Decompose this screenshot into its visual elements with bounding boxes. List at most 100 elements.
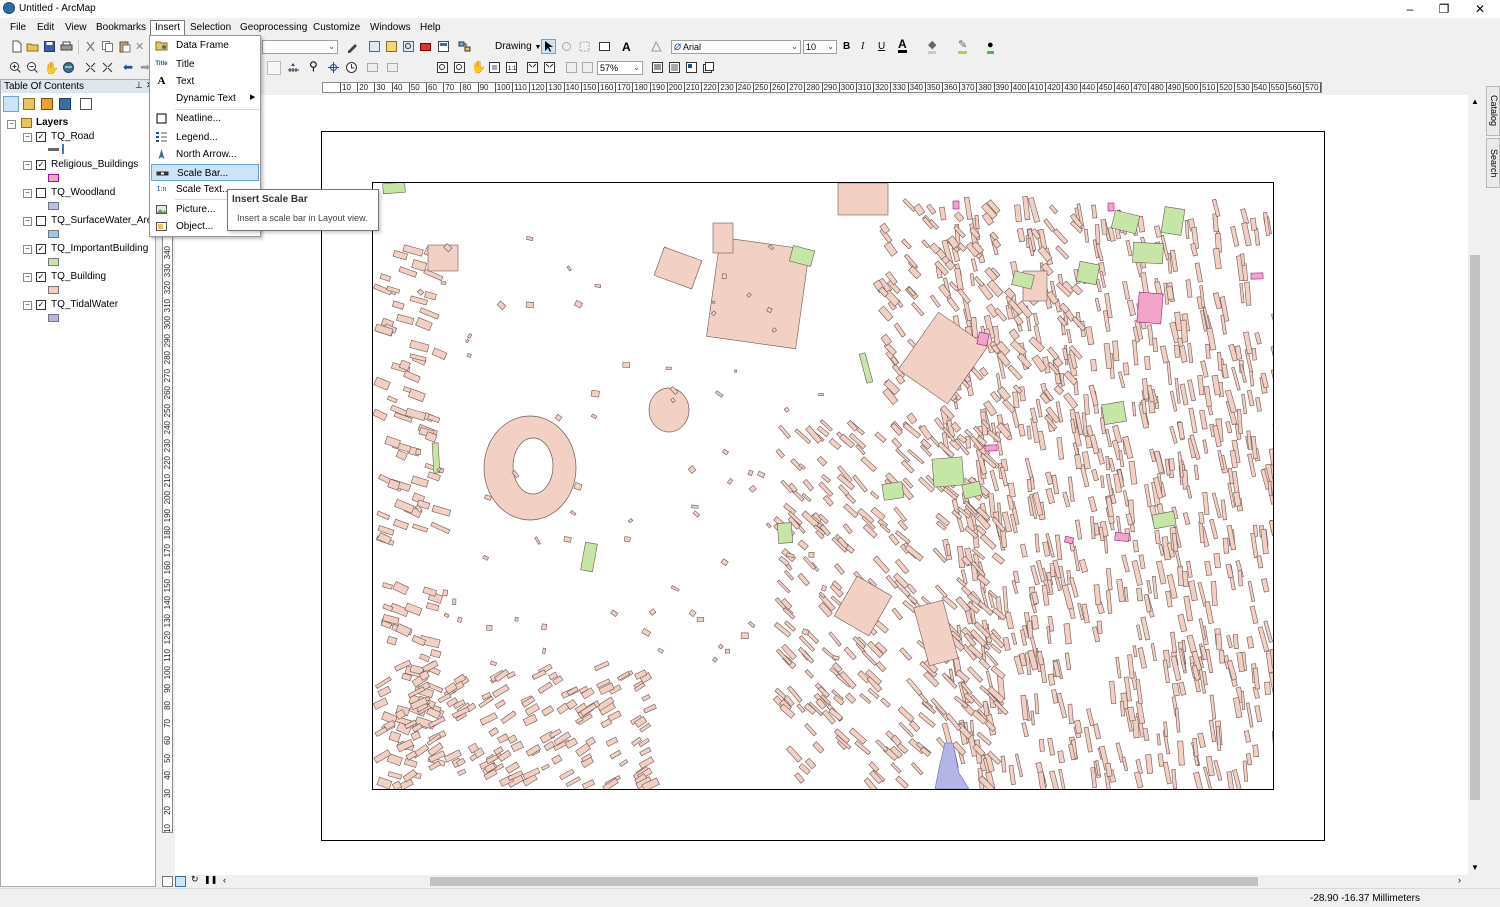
fixed-zoom-in-icon[interactable] xyxy=(84,61,97,74)
layout-zoom-combo[interactable]: 57%⌄ xyxy=(597,61,643,75)
menu-item-legend[interactable]: Legend... xyxy=(151,129,259,146)
toc-options-icon[interactable] xyxy=(80,98,92,110)
modelbuilder-icon[interactable] xyxy=(458,40,471,53)
menu-help[interactable]: Help xyxy=(416,21,445,35)
arctoolbox-icon[interactable] xyxy=(419,40,432,53)
font-color-icon[interactable]: A xyxy=(898,38,907,53)
layer-row-tq-building[interactable]: − ✓ TQ_Building xyxy=(1,271,155,299)
layer-expander[interactable]: − xyxy=(23,245,32,254)
copy-icon[interactable] xyxy=(101,40,114,53)
zoom-out-icon[interactable] xyxy=(26,61,39,74)
marker-color-icon[interactable]: ● xyxy=(987,39,994,54)
layer-name[interactable]: Religious_Buildings xyxy=(51,159,138,170)
menu-item-title[interactable]: Title Title xyxy=(151,56,259,73)
line-color-icon[interactable]: ✎ xyxy=(958,39,967,54)
pause-drawing-icon[interactable]: ❚❚ xyxy=(204,875,217,884)
python-window-icon[interactable] xyxy=(437,40,450,53)
paste-icon[interactable] xyxy=(118,40,131,53)
layout-view-button[interactable] xyxy=(175,876,186,887)
edit-vertices-icon[interactable] xyxy=(650,40,663,53)
data-view-button[interactable] xyxy=(162,876,173,887)
html-popup-icon[interactable] xyxy=(267,61,281,75)
layer-name[interactable]: TQ_ImportantBuilding xyxy=(51,243,148,254)
list-by-source-icon[interactable] xyxy=(23,98,35,110)
menu-item-text[interactable]: A Text xyxy=(151,73,259,90)
layer-expander[interactable]: − xyxy=(23,133,32,142)
layer-expander[interactable]: − xyxy=(23,273,32,282)
menu-windows[interactable]: Windows xyxy=(366,21,415,35)
map-canvas[interactable] xyxy=(373,183,1273,789)
data-frame[interactable] xyxy=(372,182,1274,790)
rotate-icon[interactable] xyxy=(560,40,573,53)
menu-item-north-arrow[interactable]: North Arrow... xyxy=(151,146,259,163)
scroll-left-arrow[interactable]: ‹ xyxy=(223,875,226,885)
fixed-zoom-in-layout-icon[interactable] xyxy=(526,61,539,74)
menu-item-scale-bar[interactable]: Scale Bar... xyxy=(151,164,259,181)
find-icon[interactable]: ⚲ xyxy=(309,59,318,73)
layer-symbol-swatch[interactable] xyxy=(48,314,59,322)
layer-row-tq-tidalwater[interactable]: − ✓ TQ_TidalWater xyxy=(1,299,155,327)
create-viewer-window-icon[interactable] xyxy=(366,61,379,74)
open-folder-icon[interactable] xyxy=(26,40,39,53)
save-icon[interactable] xyxy=(43,40,56,53)
scroll-right-arrow[interactable]: › xyxy=(1458,875,1461,885)
go-forward-extent-layout-icon[interactable] xyxy=(581,61,594,74)
layer-row-religious-buildings[interactable]: − ✓ Religious_Buildings xyxy=(1,159,155,187)
vertical-scroll-thumb[interactable] xyxy=(1470,255,1480,800)
back-extent-icon[interactable]: ⬅ xyxy=(123,60,133,74)
focus-data-frame-icon[interactable] xyxy=(668,61,681,74)
select-elements-icon[interactable] xyxy=(541,39,556,54)
layer-expander[interactable]: − xyxy=(23,301,32,310)
menu-edit[interactable]: Edit xyxy=(33,21,58,35)
menu-geoprocessing[interactable]: Geoprocessing xyxy=(236,21,311,35)
layout-zoom-out-icon[interactable] xyxy=(453,61,466,74)
layer-name[interactable]: TQ_Road xyxy=(51,131,94,142)
layer-row-tq-woodland[interactable]: − TQ_Woodland xyxy=(1,187,155,215)
layer-symbol-swatch[interactable] xyxy=(48,202,59,210)
editor-toolbar-icon[interactable] xyxy=(346,40,359,53)
layer-expander[interactable]: − xyxy=(23,189,32,198)
change-layout-icon[interactable] xyxy=(685,61,698,74)
underline-button[interactable]: U xyxy=(878,41,885,52)
layer-visibility-checkbox[interactable] xyxy=(36,216,46,226)
full-extent-icon[interactable] xyxy=(62,61,75,74)
minimize-button[interactable]: – xyxy=(1394,0,1426,18)
list-by-drawing-order-icon[interactable] xyxy=(3,96,19,112)
font-name-combo[interactable]: Ø Arial⌄ xyxy=(671,40,801,54)
measure-icon[interactable] xyxy=(287,61,300,74)
horizontal-scroll-thumb[interactable] xyxy=(430,877,1258,886)
layers-expander[interactable]: − xyxy=(7,120,16,129)
layer-visibility-checkbox[interactable]: ✓ xyxy=(36,300,46,310)
layer-symbol-swatch[interactable] xyxy=(48,258,59,266)
close-button[interactable]: ✕ xyxy=(1464,0,1496,18)
text-tool-icon[interactable]: A xyxy=(622,40,631,54)
bold-button[interactable]: B xyxy=(843,41,850,52)
font-size-combo[interactable]: 10⌄ xyxy=(803,40,837,54)
menu-item-data-frame[interactable]: Data Frame xyxy=(151,37,259,54)
go-back-extent-layout-icon[interactable] xyxy=(565,61,578,74)
catalog-window-icon[interactable] xyxy=(385,40,398,53)
restore-button[interactable]: ❐ xyxy=(1428,0,1460,18)
zoom-whole-page-icon[interactable] xyxy=(488,61,501,74)
menu-file[interactable]: File xyxy=(6,21,30,35)
menu-view[interactable]: View xyxy=(61,21,91,35)
menu-item-dynamic-text[interactable]: Dynamic Text ▶ xyxy=(151,90,259,107)
horizontal-scrollbar[interactable]: ‹ › xyxy=(220,875,1468,888)
layer-visibility-checkbox[interactable] xyxy=(36,188,46,198)
delete-icon[interactable]: ✕ xyxy=(135,40,144,53)
drawing-menu[interactable]: Drawing ▼ xyxy=(495,41,541,52)
layer-visibility-checkbox[interactable]: ✓ xyxy=(36,132,46,142)
layer-visibility-checkbox[interactable]: ✓ xyxy=(36,272,46,282)
zoom-to-selected-icon[interactable] xyxy=(578,40,591,53)
scroll-up-arrow[interactable]: ▲ xyxy=(1471,97,1479,106)
layer-symbol-swatch[interactable] xyxy=(48,230,59,238)
zoom-100-percent-icon[interactable]: 1:1 xyxy=(505,61,518,74)
go-to-xy-icon[interactable] xyxy=(327,61,340,74)
fill-color-icon[interactable]: ◆ xyxy=(928,39,936,54)
layer-row-tq-importantbuilding[interactable]: − ✓ TQ_ImportantBuilding xyxy=(1,243,155,271)
new-document-icon[interactable] xyxy=(10,40,23,53)
layer-expander[interactable]: − xyxy=(23,161,32,170)
cut-icon[interactable] xyxy=(84,40,97,53)
pin-icon[interactable]: ⊥ xyxy=(135,80,143,91)
menu-customize[interactable]: Customize xyxy=(309,21,364,35)
